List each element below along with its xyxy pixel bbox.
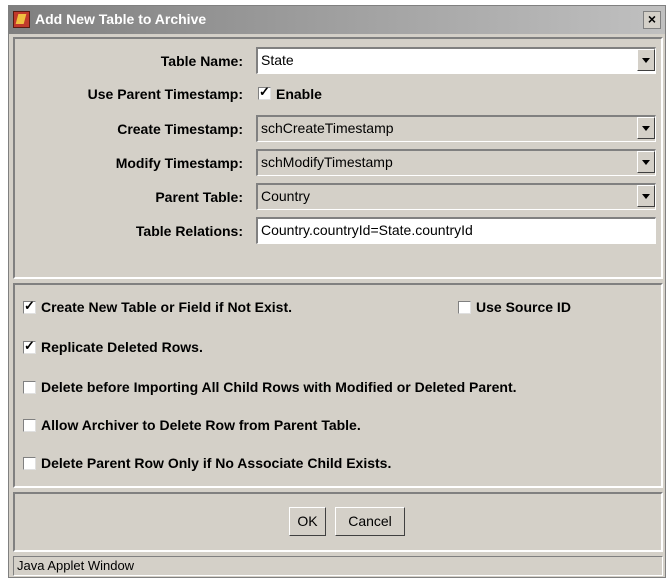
status-text: Java Applet Window [17, 558, 135, 573]
close-button[interactable]: × [643, 11, 661, 29]
ok-button[interactable]: OK [289, 507, 326, 536]
delete-before-importing-checkbox[interactable] [23, 381, 36, 394]
chevron-down-icon[interactable] [637, 185, 655, 207]
status-bar: Java Applet Window [13, 556, 663, 576]
window-title: Add New Table to Archive [35, 11, 207, 27]
options-panel: ✓ Create New Table or Field if Not Exist… [13, 283, 663, 488]
modify-timestamp-combo[interactable]: schModifyTimestamp [256, 149, 656, 176]
table-name-row: Table Name: State [15, 47, 661, 77]
use-parent-timestamp-row: Use Parent Timestamp: ✓ Enable [15, 81, 661, 111]
chevron-down-icon[interactable] [637, 151, 655, 173]
table-settings-panel: Table Name: State Use Parent Timestamp: … [13, 37, 663, 279]
replicate-deleted-checkbox[interactable]: ✓ [23, 338, 36, 354]
table-relations-row: Table Relations: Country.countryId=State… [15, 217, 661, 247]
check-icon: ✓ [24, 298, 35, 313]
table-name-value: State [261, 52, 294, 68]
table-name-label: Table Name: [160, 53, 243, 69]
title-bar[interactable]: Add New Table to Archive × [9, 6, 665, 34]
table-name-combo[interactable]: State [256, 47, 656, 74]
parent-table-row: Parent Table: Country [15, 183, 661, 213]
chevron-down-icon[interactable] [637, 117, 655, 139]
table-relations-input[interactable]: Country.countryId=State.countryId [256, 217, 656, 244]
parent-table-label: Parent Table: [155, 189, 243, 205]
replicate-deleted-label: Replicate Deleted Rows. [41, 339, 203, 355]
parent-table-value: Country [261, 188, 311, 204]
chevron-down-icon[interactable] [637, 49, 655, 71]
create-timestamp-combo[interactable]: schCreateTimestamp [256, 115, 656, 142]
cancel-button[interactable]: Cancel [335, 507, 405, 536]
use-source-id-checkbox[interactable] [458, 301, 471, 314]
delete-parent-only-checkbox[interactable] [23, 457, 36, 470]
check-icon: ✓ [24, 338, 35, 353]
create-new-table-label: Create New Table or Field if Not Exist. [41, 299, 293, 315]
table-relations-label: Table Relations: [135, 223, 243, 239]
allow-archiver-delete-label: Allow Archiver to Delete Row from Parent… [41, 417, 361, 433]
table-relations-value: Country.countryId=State.countryId [261, 222, 473, 238]
enable-checkbox[interactable]: ✓ [258, 84, 271, 100]
create-new-table-checkbox[interactable]: ✓ [23, 298, 36, 314]
app-icon [13, 11, 30, 28]
delete-parent-only-label: Delete Parent Row Only if No Associate C… [41, 455, 392, 471]
parent-table-combo[interactable]: Country [256, 183, 656, 210]
create-timestamp-value: schCreateTimestamp [261, 120, 394, 136]
enable-label: Enable [276, 86, 322, 102]
delete-before-importing-label: Delete before Importing All Child Rows w… [41, 379, 517, 395]
button-panel: OK Cancel [13, 492, 663, 552]
modify-timestamp-row: Modify Timestamp: schModifyTimestamp [15, 149, 661, 179]
modify-timestamp-value: schModifyTimestamp [261, 154, 393, 170]
allow-archiver-delete-checkbox[interactable] [23, 419, 36, 432]
modify-timestamp-label: Modify Timestamp: [115, 155, 243, 171]
check-icon: ✓ [259, 84, 270, 99]
use-source-id-label: Use Source ID [476, 299, 571, 315]
create-timestamp-label: Create Timestamp: [117, 121, 243, 137]
dialog-window: Add New Table to Archive × Table Name: S… [8, 5, 666, 578]
use-parent-timestamp-label: Use Parent Timestamp: [87, 86, 243, 102]
create-timestamp-row: Create Timestamp: schCreateTimestamp [15, 115, 661, 145]
